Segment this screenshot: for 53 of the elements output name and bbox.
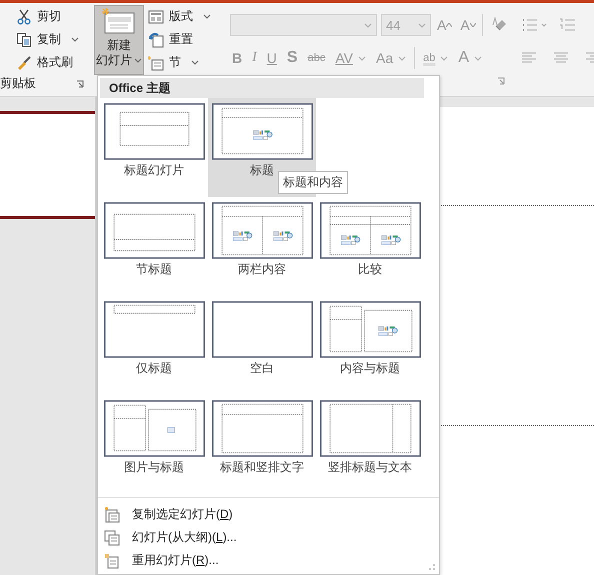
align-left-icon[interactable]: [520, 52, 537, 64]
layout-option[interactable]: 竖排标题与文本: [316, 395, 424, 494]
caret-icon: [191, 60, 199, 65]
caret-icon: [398, 56, 406, 60]
paintbrush-icon: [16, 54, 32, 70]
caret-icon: [71, 37, 79, 42]
menu-item[interactable]: 重用幻灯片(R)...: [98, 549, 225, 572]
resize-grip-icon[interactable]: [428, 563, 436, 571]
clipboard-button[interactable]: 剪切: [14, 6, 88, 27]
layout-option[interactable]: 仅标题: [100, 296, 208, 395]
layout-option[interactable]: 标题幻灯片: [100, 98, 208, 197]
layout-option[interactable]: 节标题: [100, 197, 208, 296]
dialog-launcher-icon[interactable]: [496, 77, 505, 85]
layout-option[interactable]: 空白: [208, 296, 316, 395]
caret-icon: [203, 14, 211, 19]
slide-option-button[interactable]: 版式: [146, 6, 213, 27]
slide-option-button[interactable]: 重置: [146, 29, 213, 50]
group-label: 剪贴板: [0, 75, 36, 92]
caret-icon: [474, 56, 482, 60]
caret-icon: [358, 56, 366, 60]
slides-icon: [104, 530, 120, 546]
slide-thumbnail[interactable]: [0, 111, 95, 219]
layout-option[interactable]: 内容与标题: [316, 296, 424, 395]
tooltip: 标题和内容: [278, 171, 348, 194]
caret-icon: [418, 22, 426, 28]
new-slide-button[interactable]: 新建 幻灯片: [94, 5, 144, 75]
clear-formatting-icon[interactable]: [490, 17, 507, 33]
duplicate-slide-icon: [104, 506, 120, 522]
menu-item[interactable]: 幻灯片(从大纲)(L)...: [98, 526, 243, 549]
layout-option[interactable]: 标题和竖排文字: [208, 395, 316, 494]
menu-item[interactable]: 复制选定幻灯片(D): [98, 503, 239, 526]
scissors-icon: [16, 8, 32, 24]
dialog-launcher-icon[interactable]: [76, 80, 84, 88]
bullets-icon[interactable]: [520, 17, 549, 33]
clipboard-button[interactable]: 格式刷: [14, 52, 88, 73]
reuse-slide-icon: [104, 552, 120, 568]
reset-icon: [148, 32, 164, 48]
layout-option[interactable]: 比较: [316, 197, 424, 296]
gallery-header: Office 主题: [100, 78, 424, 98]
layout-option[interactable]: 图片与标题: [100, 395, 208, 494]
layout-icon: [148, 8, 164, 24]
clipboard-button[interactable]: 复制: [14, 29, 88, 50]
caret-icon: [364, 22, 372, 28]
caret-down-icon: [470, 23, 476, 27]
layout-option[interactable]: 两栏内容: [208, 197, 316, 296]
slide-option-button[interactable]: 节: [146, 52, 213, 73]
caret-up-icon: [446, 23, 452, 27]
section-icon: [148, 54, 164, 70]
align-center-icon[interactable]: [552, 52, 569, 64]
new-slide-icon: [102, 8, 136, 34]
caret-icon: [440, 56, 448, 60]
copy-icon: [16, 32, 32, 48]
caret-icon: [134, 58, 142, 63]
